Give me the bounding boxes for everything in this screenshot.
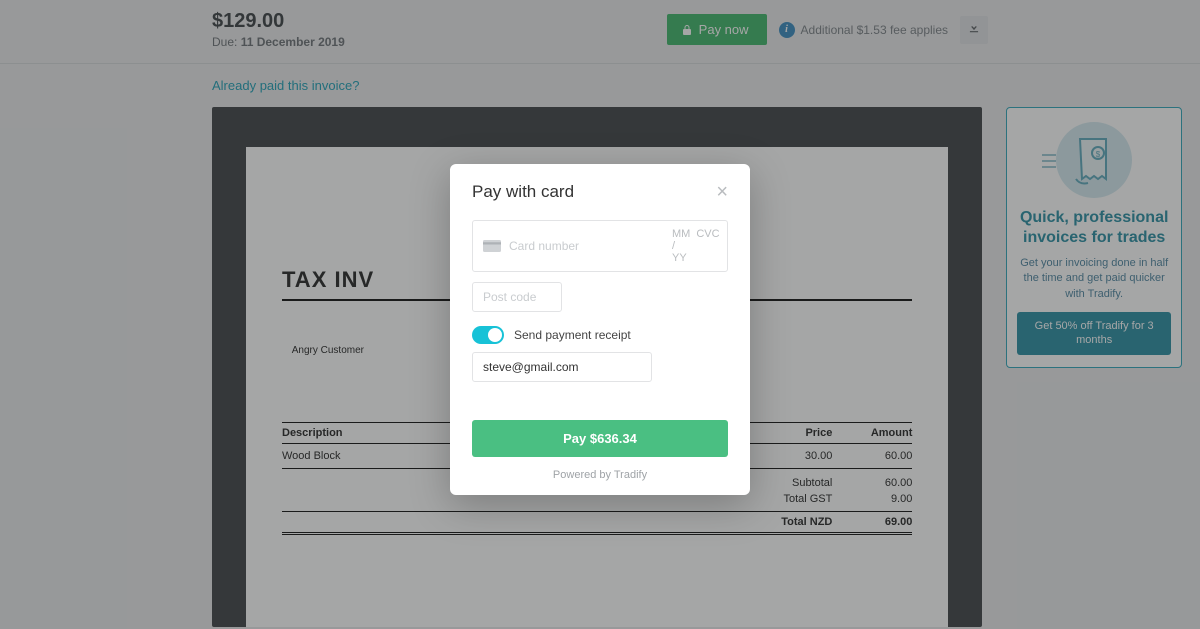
card-cvc-placeholder[interactable]: CVC xyxy=(696,228,719,264)
send-receipt-toggle[interactable] xyxy=(472,326,504,344)
card-number-input[interactable] xyxy=(509,239,664,253)
receipt-email-input[interactable] xyxy=(472,352,652,382)
send-receipt-label: Send payment receipt xyxy=(514,328,631,342)
powered-by: Powered by Tradify xyxy=(472,469,728,481)
card-input-group[interactable]: MM / YY CVC xyxy=(472,220,728,272)
postcode-input[interactable] xyxy=(472,282,562,312)
pay-amount-button[interactable]: Pay $636.34 xyxy=(472,420,728,457)
card-icon xyxy=(483,240,501,252)
modal-title: Pay with card xyxy=(472,182,574,202)
card-expiry-placeholder[interactable]: MM / YY xyxy=(672,228,690,264)
pay-with-card-modal: Pay with card × MM / YY CVC Send payment… xyxy=(450,164,750,495)
close-icon[interactable]: × xyxy=(716,182,728,202)
